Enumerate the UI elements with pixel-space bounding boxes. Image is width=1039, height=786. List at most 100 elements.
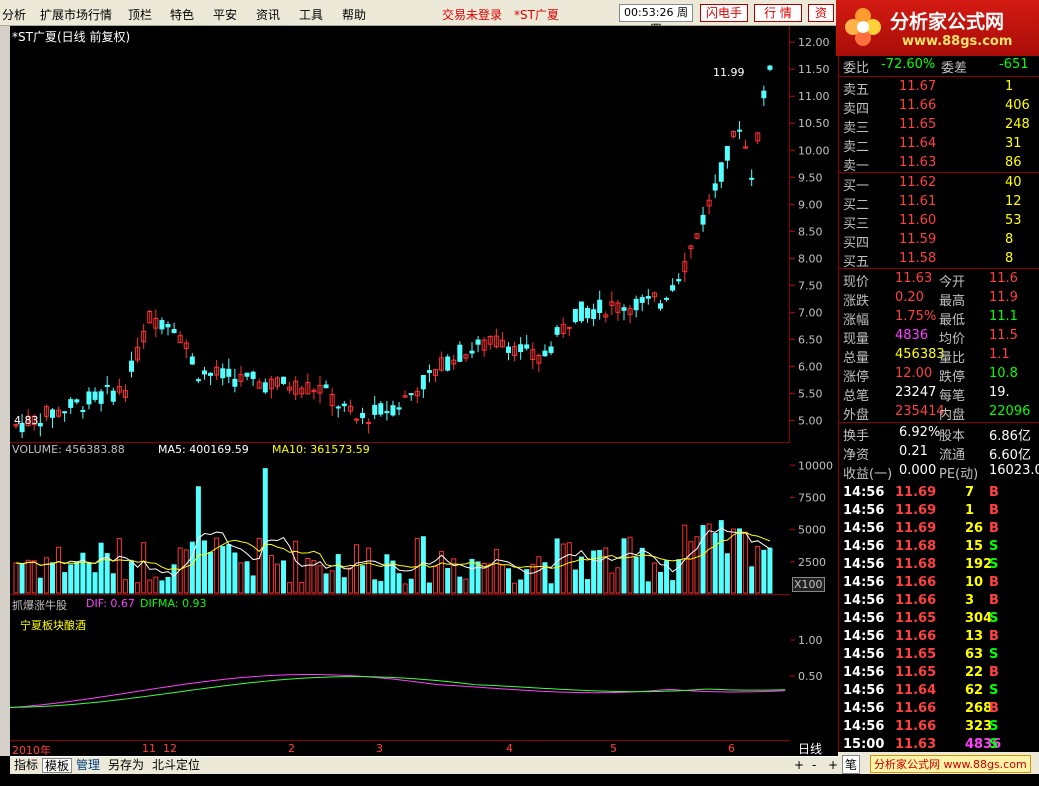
menu-top-bar[interactable]: 顶栏 bbox=[128, 6, 152, 23]
candle-body bbox=[201, 370, 207, 375]
tick-side: S bbox=[989, 557, 999, 572]
current-stock-name: *ST广夏 bbox=[514, 8, 559, 22]
tick-side: B bbox=[989, 575, 999, 590]
volume-bar bbox=[37, 577, 43, 594]
candle-body bbox=[664, 297, 670, 300]
candle-body bbox=[566, 326, 572, 329]
flash-trade-button[interactable]: 闪电手 bbox=[700, 4, 748, 22]
login-status[interactable]: 交易未登录 bbox=[442, 6, 502, 23]
tick-time: 14:56 bbox=[843, 593, 885, 608]
menu-help[interactable]: 帮助 bbox=[342, 6, 366, 23]
tick-time: 14:56 bbox=[843, 521, 885, 536]
price-tick: 11.00 bbox=[798, 90, 830, 103]
volume-bar bbox=[603, 547, 609, 594]
price-chart[interactable]: *ST广夏(日线 前复权) 11.99 4.83 bbox=[10, 26, 790, 442]
volume-pane[interactable]: VOLUME: 456383.88 MA5: 400169.59 MA10: 3… bbox=[10, 442, 790, 594]
info-value: 0.21 bbox=[899, 444, 928, 459]
volume-bar bbox=[98, 542, 104, 594]
low-price-label: 4.83 bbox=[14, 414, 39, 427]
volume-bar bbox=[487, 563, 493, 594]
tab-manage[interactable]: 管理 bbox=[74, 758, 102, 773]
tick-row: 14:56 11.66 268 B bbox=[839, 700, 1039, 718]
zoom-in-button[interactable]: + bbox=[792, 758, 806, 773]
volume-bar bbox=[384, 554, 390, 594]
tick-list[interactable]: 14:56 11.69 7 B 14:56 11.69 1 B 14:56 11.69 26 B 14:… bbox=[838, 482, 1039, 752]
quote-row: 卖一 11.63 86 bbox=[839, 154, 1039, 174]
candle-body bbox=[420, 374, 426, 390]
tab-save-as[interactable]: 另存为 bbox=[106, 758, 146, 773]
bid-price: 11.61 bbox=[899, 194, 937, 209]
info-button[interactable]: 资 bbox=[808, 4, 834, 22]
tick-side: S bbox=[989, 683, 999, 698]
volume-bar bbox=[141, 542, 147, 594]
tick-price: 11.65 bbox=[895, 665, 937, 680]
candle-body bbox=[98, 391, 104, 404]
quote-row: 净资 0.21 流通 6.60亿 bbox=[839, 443, 1039, 463]
volume-bar bbox=[341, 577, 347, 594]
tick-time: 14:56 bbox=[843, 683, 885, 698]
tick-volume: 1 bbox=[965, 503, 975, 518]
menu-extended-market[interactable]: 扩展市场行情 bbox=[40, 6, 112, 23]
quote-row: 买二 11.61 12 bbox=[839, 193, 1039, 213]
tab-ticks[interactable]: 笔 bbox=[842, 755, 861, 774]
candle-body bbox=[37, 423, 43, 427]
candle-body bbox=[396, 407, 402, 410]
volume-bar bbox=[159, 580, 165, 594]
menu-analysis[interactable]: 分析 bbox=[2, 6, 26, 23]
volume-bar bbox=[566, 542, 572, 594]
tick-volume: 7 bbox=[965, 485, 975, 500]
bid-volume: 8 bbox=[1005, 251, 1014, 266]
volume-tick: 7500 bbox=[798, 491, 826, 504]
tick-price: 11.69 bbox=[895, 521, 937, 536]
tab-beidou[interactable]: 北斗定位 bbox=[150, 758, 202, 773]
volume-bar bbox=[129, 561, 135, 594]
tick-time: 15:00 bbox=[843, 737, 885, 752]
candle-body bbox=[80, 409, 86, 412]
period-label[interactable]: 日线 bbox=[798, 740, 822, 757]
candle-body bbox=[104, 384, 110, 387]
zoom-out-button[interactable]: - bbox=[810, 758, 818, 773]
tab-templates[interactable]: 模板 bbox=[42, 758, 73, 773]
candle-body bbox=[262, 382, 268, 393]
macd-tick: 0.50 bbox=[798, 670, 823, 683]
volume-bar bbox=[281, 560, 287, 594]
tick-row: 14:56 11.66 10 B bbox=[839, 574, 1039, 592]
info-value: 0.000 bbox=[899, 463, 937, 478]
candle-body bbox=[645, 296, 651, 299]
menu-pingan[interactable]: 平安 bbox=[213, 6, 237, 23]
date-tick: 6 bbox=[728, 742, 735, 755]
candle-body bbox=[591, 309, 597, 320]
menu-tools[interactable]: 工具 bbox=[299, 6, 323, 23]
tick-side: B bbox=[989, 503, 999, 518]
quote-row: 卖五 11.67 1 bbox=[839, 78, 1039, 98]
tick-volume: 15 bbox=[965, 539, 984, 554]
quote-button[interactable]: 行 情 bbox=[754, 4, 802, 22]
volume-bar bbox=[347, 567, 353, 594]
info-value: 6.86亿 bbox=[989, 429, 1031, 444]
volume-bar bbox=[749, 566, 755, 594]
quote-row: 涨跌 0.20 最高 11.9 bbox=[839, 289, 1039, 309]
menu-features[interactable]: 特色 bbox=[170, 6, 194, 23]
menu-news[interactable]: 资讯 bbox=[256, 6, 280, 23]
macd-pane[interactable]: 抓爆涨牛股 DIF: 0.67 DIFMA: 0.93 宁夏板块酿酒 bbox=[10, 594, 790, 740]
tick-side: B bbox=[989, 665, 999, 680]
left-scroll-strip[interactable] bbox=[0, 26, 10, 756]
tick-side: S bbox=[989, 539, 999, 554]
candle-body bbox=[49, 409, 55, 418]
volume-bar bbox=[761, 549, 767, 594]
quote-row: 买一 11.62 40 bbox=[839, 174, 1039, 194]
stat-value: 11.5 bbox=[989, 328, 1018, 343]
bid-volume: 8 bbox=[1005, 232, 1014, 247]
quote-row: 换手 6.92% 股本 6.86亿 bbox=[839, 424, 1039, 444]
candle-body bbox=[281, 376, 287, 384]
tab-indicators[interactable]: 指标 bbox=[12, 758, 40, 773]
stat-value: 1.75% bbox=[895, 309, 937, 324]
candle-body bbox=[189, 356, 195, 365]
price-tick: 5.50 bbox=[798, 387, 823, 400]
difma-line bbox=[10, 676, 786, 708]
bid-label: 买一 bbox=[843, 179, 870, 194]
candle-body bbox=[341, 403, 347, 407]
bid-label: 买四 bbox=[843, 236, 870, 251]
volume-bar bbox=[287, 582, 293, 594]
stat-label: 总量 bbox=[843, 351, 870, 366]
